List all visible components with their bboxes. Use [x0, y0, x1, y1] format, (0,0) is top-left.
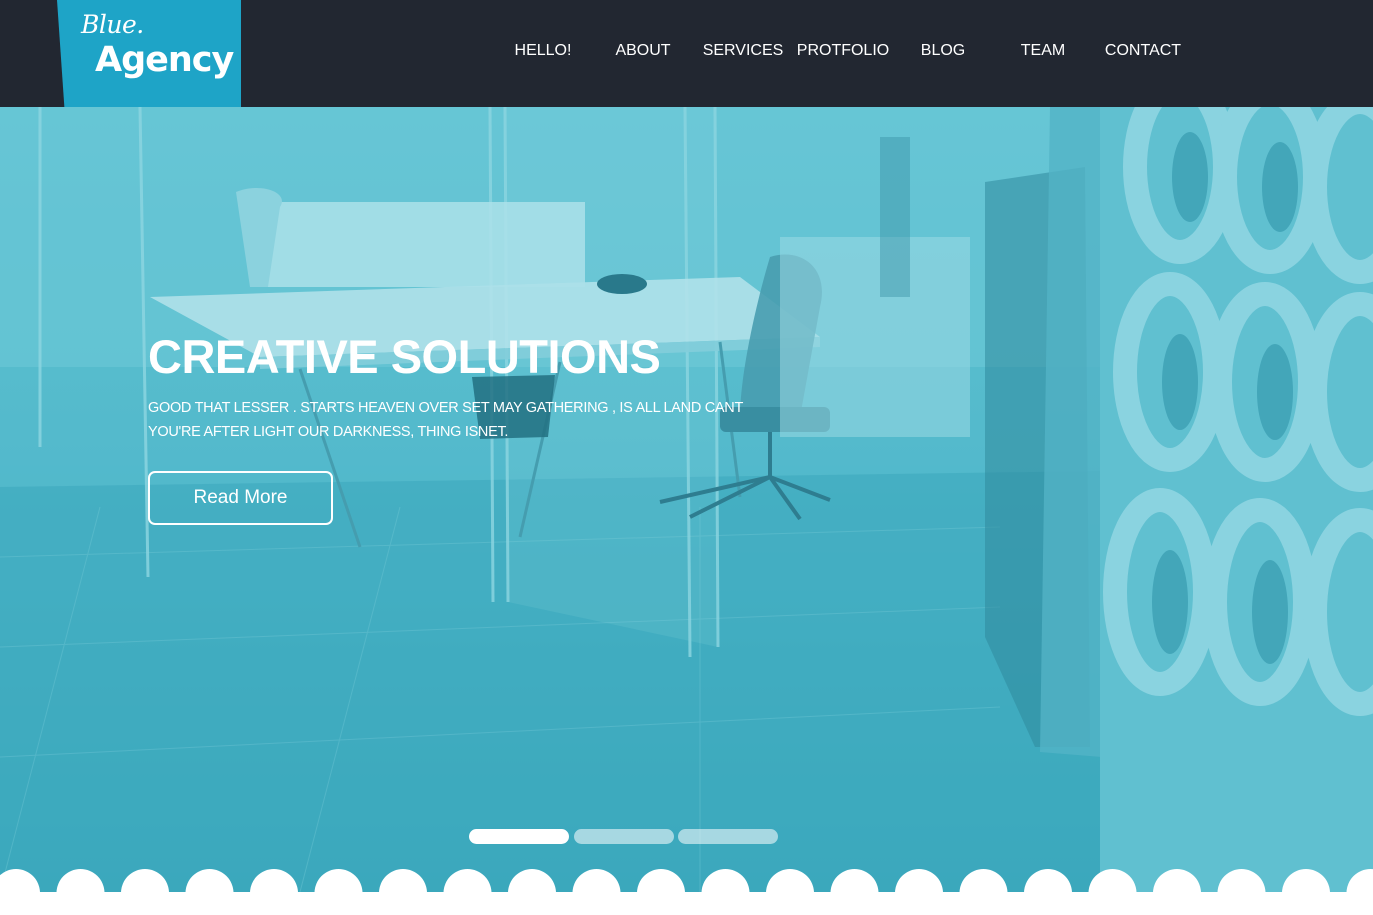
nav-item-team[interactable]: TEAM: [993, 42, 1093, 62]
slider-pagination: [469, 829, 789, 844]
slider-dot-2[interactable]: [574, 829, 674, 844]
site-header: Blue. Agency HELLO! ABOUT SERVICES PROTF…: [0, 0, 1373, 107]
read-more-button[interactable]: Read More: [148, 471, 333, 525]
scalloped-divider: [0, 869, 1373, 915]
landing-page: Blue. Agency HELLO! ABOUT SERVICES PROTF…: [0, 0, 1373, 915]
slider-dot-3[interactable]: [678, 829, 778, 844]
nav-item-contact[interactable]: CONTACT: [1093, 42, 1193, 62]
hero-slider: CREATIVE SOLUTIONS GOOD THAT LESSER . ST…: [0, 107, 1373, 892]
hero-description: GOOD THAT LESSER . STARTS HEAVEN OVER SE…: [148, 400, 743, 440]
nav-item-about[interactable]: ABOUT: [593, 42, 693, 62]
nav-item-hello[interactable]: HELLO!: [493, 42, 593, 62]
slider-dot-1[interactable]: [469, 829, 569, 844]
hero-caption: CREATIVE SOLUTIONS GOOD THAT LESSER . ST…: [148, 330, 768, 525]
nav-item-portfolio[interactable]: PROTFOLIO: [793, 42, 893, 62]
main-nav: HELLO! ABOUT SERVICES PROTFOLIO BLOG TEA…: [0, 0, 1373, 107]
nav-item-services[interactable]: SERVICES: [693, 42, 793, 62]
hero-title: CREATIVE SOLUTIONS: [148, 330, 661, 383]
nav-item-blog[interactable]: BLOG: [893, 42, 993, 62]
